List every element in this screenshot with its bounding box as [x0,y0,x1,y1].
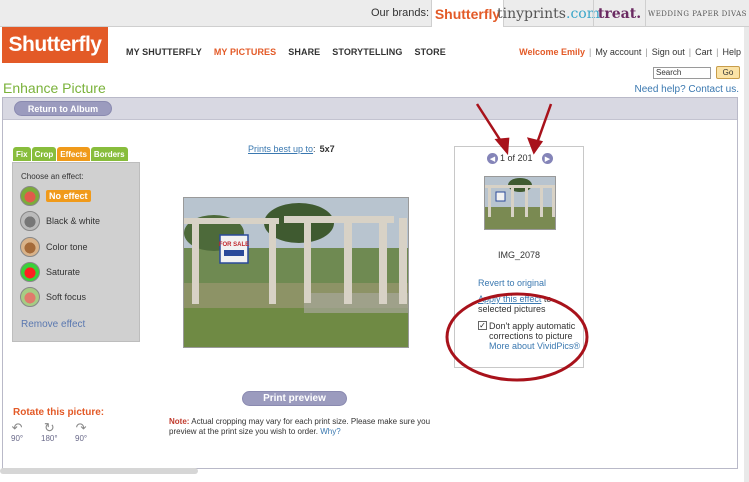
separator: | [716,47,719,57]
help-contact-link[interactable]: Need help? Contact us. [634,84,739,95]
effects-header: Choose an effect: [21,172,84,181]
search-go-button[interactable]: Go [716,66,740,79]
separator: | [688,47,692,57]
checkmark-icon: ✓ [479,321,486,330]
nav-my-pictures[interactable]: MY PICTURES [214,47,276,57]
main-nav: MY SHUTTERFLY MY PICTURES SHARE STORYTEL… [126,47,458,57]
separator: | [645,47,648,57]
search-input[interactable]: Search [653,67,711,79]
remove-effect-link[interactable]: Remove effect [21,319,85,330]
checkbox-text: Don't apply automatic corrections to pic… [489,321,576,341]
photo-scene: FOR SALE [184,198,408,347]
rotate-right-button[interactable]: ↷ 90° [75,421,87,443]
effect-color-tone[interactable]: Color tone [20,237,88,257]
rotate-label: 90° [11,434,24,443]
cropping-note: Note: Actual cropping may vary for each … [169,417,431,437]
no-auto-correct-label: Don't apply automatic corrections to pic… [489,321,584,351]
apply-effect-link[interactable]: Apply this effect [478,294,541,304]
brand-tinyprints-name: tinyprints [497,5,566,22]
nav-store[interactable]: STORE [414,47,445,57]
rotate-left-button[interactable]: ↶ 90° [11,421,23,443]
next-picture-button[interactable]: ▶ [542,153,553,164]
rotate-180-icon: ↻ [43,420,55,435]
nav-share[interactable]: SHARE [288,47,320,57]
nav-my-shutterfly[interactable]: MY SHUTTERFLY [126,47,202,57]
rotate-left-icon: ↶ [11,420,23,435]
revert-to-original-link[interactable]: Revert to original [478,278,546,288]
welcome-message: Welcome Emily [519,47,586,57]
why-link[interactable]: Why? [320,427,340,436]
vividpics-link[interactable]: More about VividPics® [489,341,580,351]
brand-tab-wedding-paper-divas[interactable]: WEDDING PAPER DIVAS [645,0,749,27]
no-auto-correct-checkbox[interactable]: ✓ [478,321,487,330]
effect-label: Soft focus [46,292,87,302]
effects-panel: Choose an effect: No effect Black & whit… [12,162,140,342]
effect-label: Saturate [46,267,81,277]
return-to-album-button[interactable]: Return to Album [14,101,112,116]
prints-colon: : [313,144,316,154]
effect-label: Black & white [46,216,101,226]
effect-no-effect[interactable]: No effect [20,186,91,206]
chevron-left-icon: ◀ [489,155,496,163]
separator: | [589,47,592,57]
tab-fix[interactable]: Fix [13,147,31,161]
sign-text: FOR SALE [219,242,249,248]
prev-picture-button[interactable]: ◀ [487,153,498,164]
brand-tab-shutterfly[interactable]: Shutterfly [431,0,503,27]
prints-size: 5x7 [319,144,335,154]
soft-focus-icon [20,287,40,307]
picture-info-panel: ◀ 1 of 201 ▶ IMG_2078 Revert to original… [454,146,584,368]
sign-out-link[interactable]: Sign out [652,47,685,57]
brand-tab-treat[interactable]: treat. [593,0,645,27]
main-photo: FOR SALE [183,197,409,348]
picture-thumbnail[interactable] [484,176,556,230]
page-title: Enhance Picture [3,80,106,96]
saturate-icon [20,262,40,282]
prints-best-link[interactable]: Prints best up to [248,144,313,154]
rotate-title: Rotate this picture: [13,407,105,418]
picture-counter: 1 of 201 [500,153,533,163]
nav-storytelling[interactable]: STORYTELLING [332,47,402,57]
tab-borders[interactable]: Borders [90,147,128,161]
shutterfly-logo[interactable]: Shutterfly [2,27,108,63]
effect-saturate[interactable]: Saturate [20,262,80,282]
editor-toolbar: Return to Album [3,98,737,120]
thumbnail-scene [485,177,555,229]
rotate-label: 90° [75,434,88,443]
no-effect-icon [20,186,40,206]
cart-link[interactable]: Cart [695,47,712,57]
rotate-right-icon: ↷ [75,420,87,435]
edit-tabs: Fix Crop Effects Borders [13,147,128,161]
effect-label: Color tone [46,242,88,252]
print-preview-button[interactable]: Print preview [242,391,347,406]
tab-effects[interactable]: Effects [57,147,90,161]
effect-label: No effect [46,190,91,202]
picture-filename: IMG_2078 [497,250,541,260]
account-links: Welcome Emily | My account | Sign out | Cart | H… [519,47,741,57]
my-account-link[interactable]: My account [595,47,641,57]
brand-tab-tinyprints[interactable]: tinyprints .com [497,0,600,27]
rotate-180-button[interactable]: ↻ 180° [41,421,58,443]
apply-effect-text: Apply this effect to selected pictures [478,294,578,314]
black-white-icon [20,211,40,231]
horizontal-scrollbar[interactable] [0,468,198,474]
help-link[interactable]: Help [722,47,741,57]
note-text: Actual cropping may vary for each print … [169,417,431,436]
brands-label: Our brands: [371,7,430,19]
vertical-scrollbar[interactable] [744,27,749,482]
effect-soft-focus[interactable]: Soft focus [20,287,86,307]
note-label: Note: [169,417,190,426]
prints-best-up-to: Prints best up to: 5x7 [248,144,335,154]
chevron-right-icon: ▶ [544,155,551,163]
color-tone-icon [20,237,40,257]
tab-crop[interactable]: Crop [31,147,57,161]
effect-black-white[interactable]: Black & white [20,211,100,231]
editor-frame: Return to Album Fix Crop Effects Borders… [2,97,738,469]
rotate-label: 180° [41,434,58,443]
brand-bar: Our brands: Shutterfly tinyprints .com tr… [0,0,749,27]
